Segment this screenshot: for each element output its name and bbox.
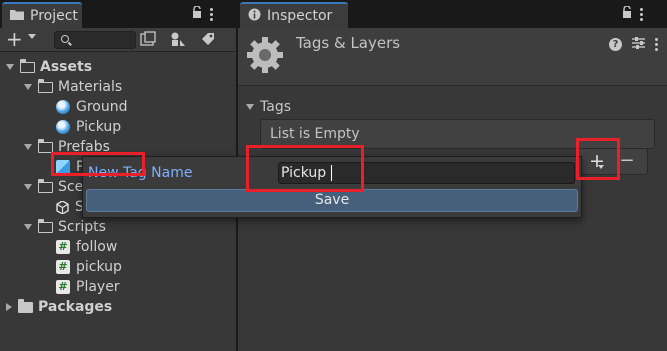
more-options-icon[interactable] [655,36,659,53]
expand-arrow-icon[interactable] [24,224,32,230]
tree-item-scripts[interactable]: Scripts [24,217,106,237]
folder-icon [10,8,24,24]
lock-icon[interactable] [192,5,202,22]
presets-sliders-icon[interactable] [632,36,645,53]
tab-inspector-label: Inspector [267,8,333,24]
tree-item-follow[interactable]: # follow [56,237,117,257]
collapse-arrow-icon[interactable] [6,303,12,311]
tag-icon[interactable] [200,31,218,49]
tab-project-label: Project [30,8,78,24]
info-icon [248,8,261,25]
project-toolbar: + [0,28,236,52]
expand-arrow-icon[interactable] [246,104,254,110]
material-icon [56,100,70,114]
tree-item-label: Scripts [58,219,106,235]
material-icon [56,120,70,134]
save-button[interactable]: Save [86,189,578,212]
tree-item-label: Pickup [76,119,122,135]
tree-item-player[interactable]: # Player [56,277,120,297]
filter-by-label-icon[interactable] [170,31,188,49]
tree-item-packages[interactable]: Packages [6,297,112,317]
expand-arrow-icon[interactable] [6,64,14,70]
folder-open-icon [37,138,53,153]
csharp-script-icon: # [56,260,70,274]
minus-icon: − [619,150,635,171]
search-icon [61,35,69,43]
tree-item-label: follow [76,239,118,255]
tree-item-label: Ground [76,99,128,115]
gear-icon [246,36,284,74]
folder-open-icon [19,58,35,73]
chevron-down-icon[interactable] [28,34,36,39]
project-search-input[interactable] [54,31,136,49]
help-icon[interactable]: ? [609,38,622,51]
tree-item-pickup-material[interactable]: Pickup [56,117,121,137]
more-options-icon[interactable] [640,6,644,23]
csharp-script-icon: # [56,240,70,254]
tree-item-scene[interactable]: S [56,197,84,217]
inspector-tab-tools [622,4,644,24]
project-tab-tools [192,4,214,24]
tree-item-label: Player [76,279,120,295]
search-by-type-icon[interactable] [140,31,158,49]
more-options-icon[interactable] [210,6,214,23]
expand-arrow-icon[interactable] [24,84,32,90]
tree-item-pickup-script[interactable]: # pickup [56,257,122,277]
highlight-add-button [576,138,620,180]
highlight-tag-input [246,145,364,192]
tree-item-assets[interactable]: Assets [6,57,92,77]
inspector-header-tools: ? [609,36,659,53]
tree-item-label: pickup [76,259,122,275]
tab-inspector[interactable]: Inspector [240,2,348,28]
tab-project[interactable]: Project [2,2,82,28]
expand-arrow-icon[interactable] [24,184,32,190]
create-plus-icon[interactable]: + [6,29,23,49]
tags-section-label: Tags [260,99,291,115]
tree-item-materials[interactable]: Materials [24,77,122,97]
tree-item-ground[interactable]: Ground [56,97,128,117]
tree-item-label: Assets [40,59,93,75]
folder-open-icon [37,178,53,193]
tree-item-label: Sce [58,179,84,195]
list-empty-text: List is Empty [270,126,360,142]
folder-icon [18,298,33,313]
expand-arrow-icon[interactable] [24,144,32,150]
csharp-script-icon: # [56,280,70,294]
folder-open-icon [37,218,53,233]
project-tabbar: Project [0,0,236,28]
highlight-prefab-item [51,152,145,176]
tags-foldout[interactable]: Tags [246,98,291,116]
folder-open-icon [37,78,53,93]
inspector-tabbar: Inspector [238,0,667,28]
lock-icon[interactable] [622,5,632,22]
tree-item-scenes[interactable]: Sce [24,177,83,197]
tree-item-label: Materials [58,79,123,95]
inspector-title: Tags & Layers [296,34,401,52]
inspector-header: Tags & Layers ? [238,28,667,86]
unity-scene-icon [56,199,69,215]
tree-item-label: Packages [38,299,113,315]
